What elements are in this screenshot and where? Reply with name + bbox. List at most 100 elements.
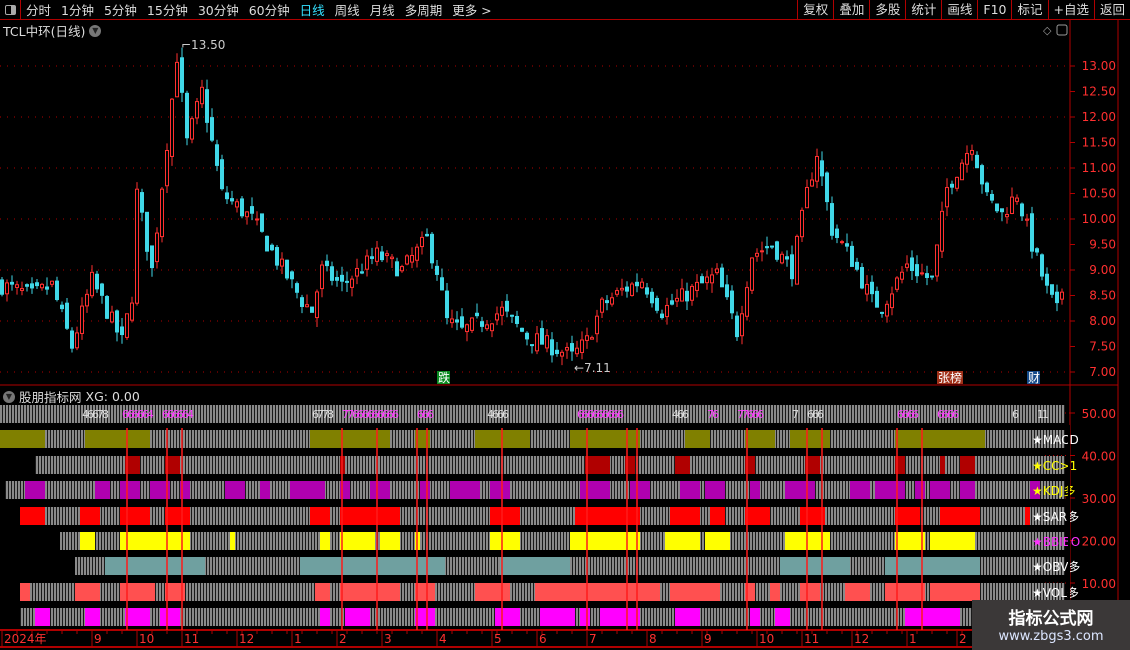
candle-body xyxy=(665,304,669,318)
signal-segment xyxy=(680,481,700,499)
chart-canvas[interactable]: ◇ 13.00 12.50 12.00 11.50 11.00 10.50 10.00 9.50… xyxy=(0,0,1130,650)
candle-body xyxy=(585,335,589,341)
signal-row: ★MACD xyxy=(0,430,1079,448)
signal-row-label: ★OBV多 xyxy=(1032,560,1080,574)
date-label: 1 xyxy=(294,632,302,646)
candle-body xyxy=(895,277,899,290)
candle-body xyxy=(630,283,634,296)
y-tick-label: 13.00 xyxy=(1082,59,1116,73)
candle-body xyxy=(900,271,904,280)
candle-body xyxy=(655,297,659,311)
indicator-name: 股朋指标网 xyxy=(19,390,82,405)
diamond-icon: ◇ xyxy=(1043,24,1052,37)
signal-segment xyxy=(930,481,950,499)
count-number: 666 xyxy=(417,408,434,421)
signal-segment xyxy=(905,608,960,626)
candle-body xyxy=(520,327,524,332)
signal-segment xyxy=(300,557,445,575)
signal-segment xyxy=(320,608,330,626)
ind-y-tick-label: 50.00 xyxy=(1082,407,1116,421)
candle-body xyxy=(1060,291,1064,300)
candle-body xyxy=(145,211,149,252)
candle-body xyxy=(385,253,389,257)
candle-body xyxy=(405,255,409,265)
signal-segment xyxy=(775,608,790,626)
signal-segment xyxy=(1025,507,1030,525)
candle-body xyxy=(805,187,809,209)
date-label: 2 xyxy=(959,632,967,646)
event-tag-text: 张榜 xyxy=(938,370,962,385)
date-label: 2 xyxy=(339,632,347,646)
candle-body xyxy=(710,274,714,284)
candle-body xyxy=(815,155,819,182)
candle-body xyxy=(810,179,814,187)
count-number: 666666666 xyxy=(577,408,624,421)
collapse-icon[interactable]: ▼ xyxy=(3,390,15,403)
signal-segment xyxy=(340,507,400,525)
signal-segment xyxy=(75,583,100,601)
candle-body xyxy=(555,349,559,355)
candle-body xyxy=(830,203,834,236)
count-number: 666664 xyxy=(162,408,194,421)
y-tick-label: 9.00 xyxy=(1089,263,1116,277)
candle-body xyxy=(265,235,269,252)
candle-body xyxy=(770,245,774,248)
layout-icon xyxy=(1056,24,1068,36)
candle-body xyxy=(990,193,994,201)
candle-body xyxy=(720,267,724,288)
candle-body xyxy=(305,304,309,308)
signal-segment xyxy=(475,583,510,601)
candle-body xyxy=(95,273,99,290)
candle-body xyxy=(45,286,49,290)
candle-body xyxy=(865,283,869,295)
candle-body xyxy=(500,306,504,316)
candle-body xyxy=(940,210,944,252)
candle-body xyxy=(1030,213,1034,252)
signal-segment xyxy=(790,430,830,448)
signal-row: ★OBV多 xyxy=(75,557,1080,575)
candle-body xyxy=(750,257,754,291)
candle-body xyxy=(580,339,584,353)
candle-body xyxy=(270,244,274,251)
count-number: 77666 xyxy=(737,408,764,421)
count-number: 6666 xyxy=(937,408,959,421)
candle-body xyxy=(825,172,829,203)
candle-body xyxy=(420,236,424,248)
signal-segment xyxy=(885,557,980,575)
candle-body xyxy=(860,267,864,289)
candle-body xyxy=(870,281,874,295)
ind-y-tick-label: 20.00 xyxy=(1082,535,1116,549)
y-tick-label: 12.00 xyxy=(1082,110,1116,124)
date-label: 4 xyxy=(439,632,447,646)
candle-body xyxy=(190,118,194,140)
event-tag-text: 财 xyxy=(1028,371,1040,385)
indicator-title: ▼ 股朋指标网 XG: 0.00 xyxy=(3,387,140,406)
date-label: 8 xyxy=(649,632,657,646)
count-number: 77666666666 xyxy=(342,408,399,421)
candle-body xyxy=(450,318,454,324)
candle-body xyxy=(185,92,189,139)
candle-body xyxy=(100,283,104,296)
candle-body xyxy=(835,228,839,238)
candle-body xyxy=(250,206,254,214)
signal-segment xyxy=(490,532,520,550)
candle-body xyxy=(685,290,689,302)
candle-body xyxy=(570,343,574,352)
candle-body xyxy=(205,89,209,123)
candle-body xyxy=(950,183,954,188)
candle-body xyxy=(880,311,884,314)
count-number: 46678 xyxy=(82,408,109,421)
count-number: 666 xyxy=(807,408,824,421)
signal-segment xyxy=(895,532,925,550)
signal-segment xyxy=(670,507,700,525)
candle-body xyxy=(480,321,484,327)
date-label: 10 xyxy=(759,632,774,646)
signal-segment xyxy=(575,507,640,525)
candle-body xyxy=(915,264,919,277)
candle-body xyxy=(310,306,314,313)
signal-segment xyxy=(670,583,720,601)
candle-body xyxy=(20,288,24,291)
candle-body xyxy=(430,233,434,264)
candle-body xyxy=(470,317,474,331)
candle-body xyxy=(320,264,324,290)
